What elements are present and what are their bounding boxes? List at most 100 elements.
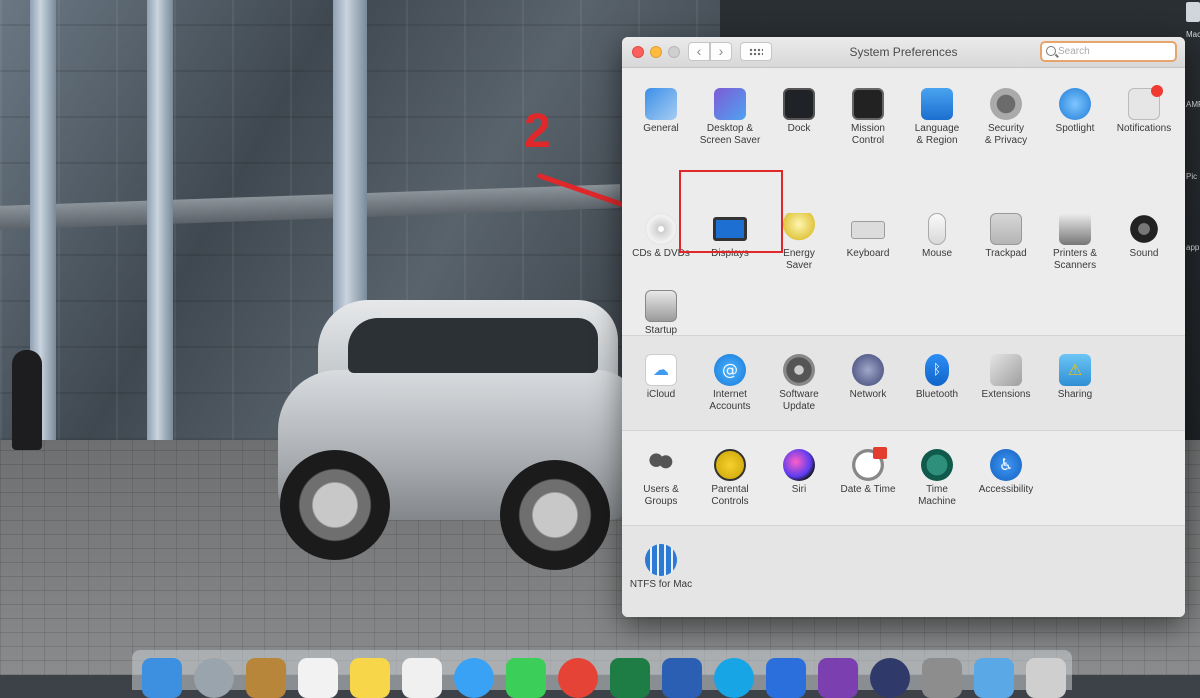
pref-label: Network [849, 389, 887, 400]
launchpad-icon[interactable] [194, 658, 234, 698]
wallpaper-person [12, 350, 42, 450]
parental-controls-icon [714, 449, 746, 481]
system-preferences-window: ‹ › System Preferences General Desktop &… [622, 37, 1185, 617]
notifications-icon [1128, 85, 1163, 120]
messages-icon[interactable] [454, 658, 494, 698]
mouse-icon [928, 213, 946, 245]
desktop-drive-icon[interactable] [1186, 2, 1200, 22]
trash-icon[interactable] [1026, 658, 1066, 698]
system-preferences-dock-icon[interactable] [922, 658, 962, 698]
trackpad-icon [990, 213, 1022, 245]
sound-icon [1128, 213, 1160, 245]
pref-sound[interactable]: Sound [1109, 213, 1179, 260]
titlebar[interactable]: ‹ › System Preferences [622, 37, 1185, 68]
desktop-item-label[interactable]: Pic [1186, 172, 1197, 181]
dock [132, 650, 1072, 698]
pref-extensions[interactable]: Extensions [971, 354, 1041, 401]
sharing-icon: ⚠ [1059, 354, 1091, 386]
search-field[interactable] [1040, 41, 1177, 62]
pref-label: Time Machine [918, 484, 956, 507]
pref-label: Mission Control [851, 123, 885, 146]
startup-disk-icon [645, 290, 677, 322]
calendar-icon[interactable] [298, 658, 338, 698]
excel-icon[interactable] [610, 658, 650, 698]
pref-label: Users & Groups [643, 484, 679, 507]
section-internet-wireless: ☁ iCloud @ Internet Accounts Software Up… [622, 336, 1185, 431]
pref-icloud[interactable]: ☁ iCloud [626, 354, 696, 401]
pref-notifications[interactable]: Notifications [1109, 85, 1179, 135]
pref-label: Sharing [1057, 389, 1093, 400]
keyboard-icon [851, 221, 885, 239]
pref-accessibility[interactable]: ♿ Accessibility [971, 449, 1041, 496]
network-icon [852, 354, 884, 386]
pref-printers-scanners[interactable]: Printers & Scanners [1040, 213, 1110, 272]
section-other: NTFS for Mac [622, 526, 1185, 617]
pref-sharing[interactable]: ⚠ Sharing [1040, 354, 1110, 401]
notes-app-icon[interactable] [246, 658, 286, 698]
pref-label: Security & Privacy [984, 123, 1028, 146]
onenote-icon[interactable] [818, 658, 858, 698]
pref-parental-controls[interactable]: Parental Controls [695, 449, 765, 508]
pref-mouse[interactable]: Mouse [902, 213, 972, 260]
pref-security-privacy[interactable]: Security & Privacy [971, 88, 1041, 147]
pref-label: Desktop & Screen Saver [699, 123, 761, 146]
pref-trackpad[interactable]: Trackpad [971, 213, 1041, 260]
software-update-icon [783, 354, 815, 386]
mission-control-icon [852, 88, 884, 120]
word-icon[interactable] [662, 658, 702, 698]
wallpaper-pillar [147, 0, 173, 445]
time-machine-icon [921, 449, 953, 481]
security-privacy-icon [990, 88, 1022, 120]
displays-highlight-box [679, 170, 783, 253]
chrome-icon[interactable] [558, 658, 598, 698]
search-icon [1046, 46, 1056, 56]
step-number: 2 [524, 105, 551, 158]
zalo-icon[interactable] [766, 658, 806, 698]
language-region-icon [921, 88, 953, 120]
pref-users-groups[interactable]: Users & Groups [626, 449, 696, 508]
pref-siri[interactable]: Siri [764, 449, 834, 496]
accessibility-icon: ♿ [990, 449, 1022, 481]
pref-label: Keyboard [846, 248, 890, 259]
pref-dock[interactable]: Dock [764, 88, 834, 135]
pref-network[interactable]: Network [833, 354, 903, 401]
spotlight-icon [1059, 88, 1091, 120]
pref-label: Spotlight [1055, 123, 1095, 134]
finder-icon[interactable] [142, 658, 182, 698]
pref-language-region[interactable]: Language & Region [902, 88, 972, 147]
siri-icon [783, 449, 815, 481]
search-input[interactable] [1058, 44, 1168, 59]
pref-label: Printers & Scanners [1053, 248, 1097, 271]
desktop-item-label[interactable]: Macintosh HD [1186, 30, 1200, 39]
app-icon[interactable] [870, 658, 910, 698]
general-icon [645, 88, 677, 120]
pref-mission-control[interactable]: Mission Control [833, 88, 903, 147]
pref-label: Notifications [1116, 123, 1172, 134]
pref-label: Extensions [981, 389, 1031, 400]
pref-date-time[interactable]: Date & Time [833, 447, 903, 496]
extensions-icon [990, 354, 1022, 386]
desktop-item-label[interactable]: AMP [1186, 100, 1200, 109]
pref-internet-accounts[interactable]: @ Internet Accounts [695, 354, 765, 413]
pref-time-machine[interactable]: Time Machine [902, 449, 972, 508]
pref-label: Date & Time [840, 484, 896, 495]
pref-spotlight[interactable]: Spotlight [1040, 88, 1110, 135]
stickies-icon[interactable] [350, 658, 390, 698]
desktop-item-label[interactable]: app [1186, 243, 1199, 252]
pref-label: General [643, 123, 679, 134]
pref-general[interactable]: General [626, 88, 696, 135]
facetime-icon[interactable] [506, 658, 546, 698]
pref-label: Parental Controls [711, 484, 749, 507]
downloads-folder-icon[interactable] [974, 658, 1014, 698]
bluetooth-icon: ᛒ [925, 354, 949, 386]
pref-software-update[interactable]: Software Update [764, 354, 834, 413]
pref-bluetooth[interactable]: ᛒ Bluetooth [902, 354, 972, 401]
pref-desktop-screen-saver[interactable]: Desktop & Screen Saver [695, 88, 765, 147]
pref-keyboard[interactable]: Keyboard [833, 213, 903, 260]
pref-label: NTFS for Mac [629, 579, 693, 590]
printers-scanners-icon [1059, 213, 1091, 245]
contacts-icon[interactable] [402, 658, 442, 698]
pref-ntfs-for-mac[interactable]: NTFS for Mac [626, 544, 696, 591]
skype-icon[interactable] [714, 658, 754, 698]
pref-label: Dock [787, 123, 811, 134]
